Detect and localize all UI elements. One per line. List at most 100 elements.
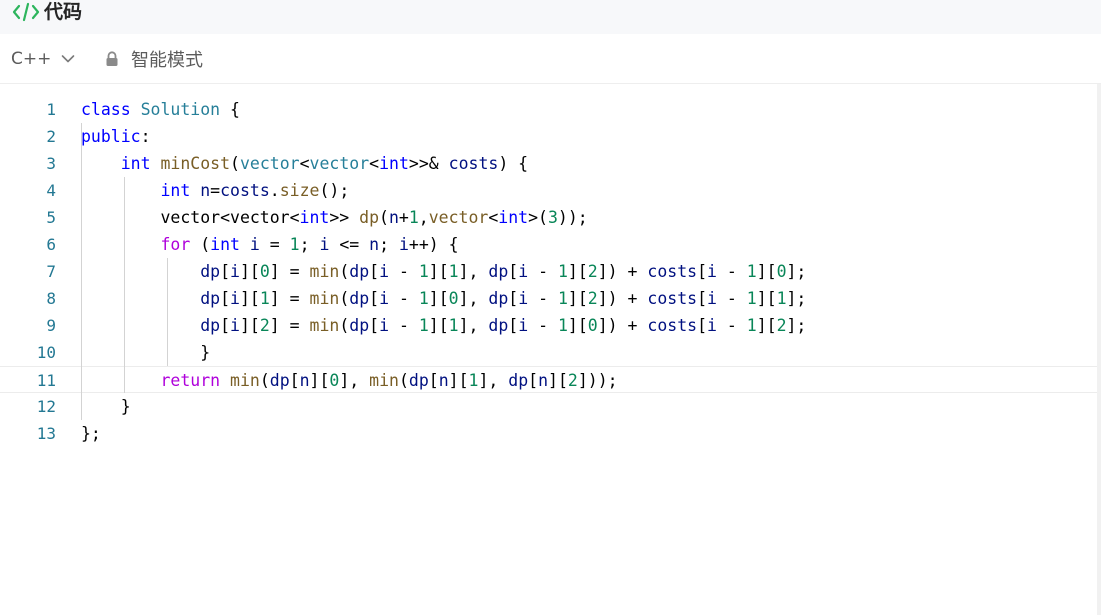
code-token: - — [716, 262, 747, 281]
code-token: dp — [349, 289, 370, 308]
scrollbar-track[interactable] — [1097, 84, 1101, 615]
code-token: i — [230, 289, 240, 308]
code-token: ][ — [548, 371, 568, 390]
code-token: ][ — [428, 289, 449, 308]
code-token: int — [160, 181, 191, 200]
code-token: i — [319, 235, 330, 254]
code-text: return min(dp[n][0], min(dp[n][1], dp[n]… — [81, 367, 617, 394]
code-line[interactable]: 1 class Solution { — [0, 96, 1097, 123]
smart-mode-toggle[interactable]: 智能模式 — [105, 47, 203, 71]
code-line[interactable]: 6 for (int i = 1; i <= n; i++) { — [0, 231, 1097, 258]
code-token: ], — [339, 371, 370, 390]
code-token: ( — [379, 208, 389, 227]
code-token: ][ — [756, 316, 777, 335]
code-token: ( — [230, 154, 240, 173]
code-token: ][ — [756, 262, 777, 281]
code-token: 1 — [418, 316, 429, 335]
code-token: , — [418, 208, 429, 227]
line-number: 10 — [36, 343, 56, 362]
code-line[interactable]: 2 public: — [0, 123, 1097, 150]
code-text: dp[i][1] = min(dp[i - 1][0], dp[i - 1][2… — [81, 285, 806, 312]
code-token: 1 — [557, 316, 568, 335]
code-token: + — [398, 208, 409, 227]
line-number: 4 — [46, 181, 56, 200]
code-line[interactable]: 13}; — [0, 420, 1097, 447]
code-token: 2 — [587, 262, 598, 281]
code-token: ]; — [786, 262, 807, 281]
indent-guide — [81, 123, 82, 420]
code-token: ][ — [428, 262, 449, 281]
language-select[interactable]: C++ — [11, 47, 75, 71]
code-token: ( — [190, 235, 211, 254]
code-line[interactable]: 9 dp[i][2] = min(dp[i - 1][1], dp[i - 1]… — [0, 312, 1097, 339]
code-token: ][ — [239, 289, 260, 308]
code-token: size — [279, 181, 320, 200]
code-token: min — [309, 262, 340, 281]
code-token: <= — [329, 235, 370, 254]
code-line[interactable]: 12 } — [0, 393, 1097, 420]
code-token: - — [716, 316, 747, 335]
code-token: n — [388, 208, 399, 227]
code-line[interactable]: 3 int minCost(vector<vector<int>>& costs… — [0, 150, 1097, 177]
code-line[interactable]: 7 dp[i][0] = min(dp[i - 1][1], dp[i - 1]… — [0, 258, 1097, 285]
code-token: i — [518, 289, 529, 308]
code-token: 1 — [776, 289, 787, 308]
code-token: 2 — [587, 289, 598, 308]
code-line[interactable]: 4 int n=costs.size(); — [0, 177, 1097, 204]
line-number: 11 — [36, 371, 56, 390]
code-token: 1 — [746, 316, 757, 335]
code-token: ( — [339, 289, 350, 308]
code-token: 1 — [259, 289, 270, 308]
code-token: } — [81, 397, 131, 416]
code-token: n — [299, 371, 310, 390]
code-token: [ — [369, 316, 380, 335]
code-token: - — [389, 262, 419, 281]
code-token: >>& — [408, 154, 449, 173]
code-token: int — [379, 154, 409, 173]
code-token: dp — [200, 289, 221, 308]
line-number: 12 — [36, 397, 56, 416]
code-token: for — [160, 235, 191, 254]
indent-guide — [167, 258, 168, 366]
code-token: dp — [269, 371, 290, 390]
code-token: ], — [478, 371, 509, 390]
code-token: ][ — [756, 289, 777, 308]
code-line[interactable]: 11 return min(dp[n][0], min(dp[n][1], dp… — [0, 366, 1097, 393]
code-token: i — [398, 235, 409, 254]
code-token: costs — [220, 181, 270, 200]
line-number: 6 — [46, 235, 56, 254]
code-editor[interactable]: 1 class Solution {2 public: 3 int minCost(v… — [0, 84, 1101, 615]
code-token: costs — [448, 154, 499, 173]
code-token: - — [716, 289, 747, 308]
code-token: i — [707, 316, 717, 335]
code-token: ( — [339, 262, 350, 281]
code-token: dp — [359, 208, 380, 227]
code-token: return — [160, 371, 221, 390]
line-number: 9 — [46, 316, 56, 335]
code-text: int minCost(vector<vector<int>>& costs) … — [81, 150, 528, 177]
line-number: 5 — [46, 208, 56, 227]
code-token: < — [369, 154, 380, 173]
code-token: i — [707, 289, 717, 308]
code-token: [ — [697, 262, 707, 281]
code-token: min — [230, 371, 260, 390]
code-token: i — [379, 289, 390, 308]
code-token: class — [81, 100, 131, 119]
code-text: } — [81, 393, 131, 420]
code-token: - — [389, 316, 419, 335]
code-line[interactable]: 10 } — [0, 339, 1097, 366]
code-token: [ — [220, 316, 231, 335]
code-token: )); — [557, 208, 588, 227]
code-token: ( — [259, 371, 270, 390]
code-token: i — [249, 235, 260, 254]
code-line[interactable]: 8 dp[i][1] = min(dp[i - 1][0], dp[i - 1]… — [0, 285, 1097, 312]
code-token: vector — [428, 208, 489, 227]
code-text: dp[i][2] = min(dp[i - 1][1], dp[i - 1][0… — [81, 312, 806, 339]
code-token: dp — [349, 316, 370, 335]
code-token: 1 — [289, 235, 300, 254]
code-line[interactable]: 5 vector<vector<int>> dp(n+1,vector<int>… — [0, 204, 1097, 231]
